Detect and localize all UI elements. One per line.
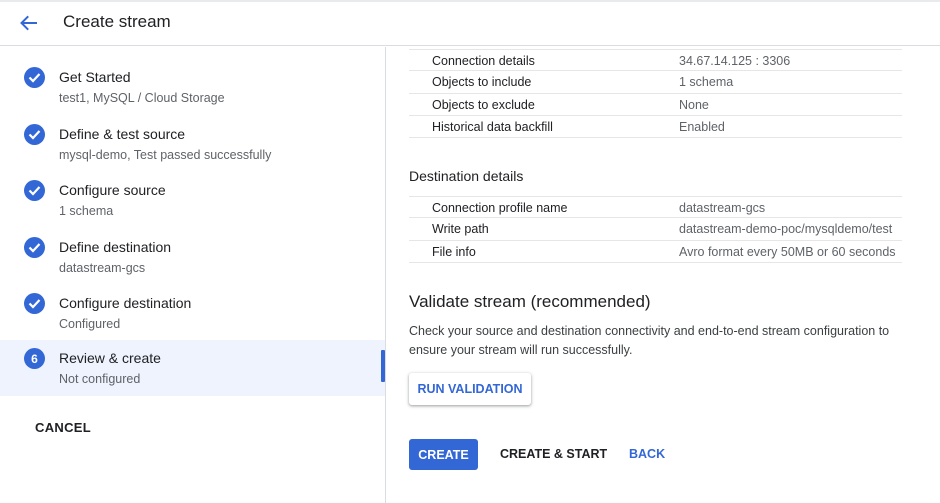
table-row: Historical data backfill Enabled bbox=[409, 116, 902, 139]
step-title: Get Started bbox=[59, 69, 131, 85]
validate-stream-title: Validate stream (recommended) bbox=[409, 292, 651, 311]
step-define-source[interactable]: Define & test source mysql-demo, Test pa… bbox=[0, 104, 385, 162]
step-title: Review & create bbox=[59, 350, 161, 366]
row-key: Objects to include bbox=[432, 75, 532, 90]
create-and-start-button[interactable]: CREATE & START bbox=[500, 447, 607, 461]
step-subtitle: Not configured bbox=[59, 372, 141, 386]
table-row: Connection details 34.67.14.125 : 3306 bbox=[409, 49, 902, 72]
validate-stream-description: Check your source and destination connec… bbox=[409, 324, 890, 357]
row-value: None bbox=[679, 97, 709, 112]
step-title: Define destination bbox=[59, 238, 172, 255]
run-validation-button[interactable]: RUN VALIDATION bbox=[409, 373, 531, 405]
table-row: Write path datastream-demo-poc/mysqldemo… bbox=[409, 218, 902, 241]
table-row: Connection profile name datastream-gcs bbox=[409, 196, 902, 219]
cancel-button[interactable]: CANCEL bbox=[35, 420, 91, 435]
page-title: Create stream bbox=[63, 12, 171, 31]
review-panel: Connection details 34.67.14.125 : 3306 O… bbox=[387, 47, 940, 503]
row-value: Avro format every 50MB or 60 seconds bbox=[679, 244, 896, 259]
check-circle-icon bbox=[24, 293, 45, 314]
step-configure-source[interactable]: Configure source 1 schema bbox=[0, 160, 385, 218]
table-row: Objects to include 1 schema bbox=[409, 71, 902, 94]
row-key: Write path bbox=[432, 222, 489, 237]
row-key: File info bbox=[432, 244, 476, 259]
row-key: Objects to exclude bbox=[432, 97, 535, 112]
table-row: Objects to exclude None bbox=[409, 94, 902, 116]
row-value: datastream-gcs bbox=[679, 201, 766, 215]
step-title: Configure source bbox=[59, 182, 166, 198]
source-details-table: Connection details 34.67.14.125 : 3306 O… bbox=[409, 49, 902, 139]
create-button[interactable]: CREATE bbox=[409, 439, 478, 470]
step-get-started[interactable]: Get Started test1, MySQL / Cloud Storage bbox=[0, 47, 385, 105]
row-key: Historical data backfill bbox=[432, 119, 553, 134]
step-configure-destination[interactable]: Configure destination Configured bbox=[0, 273, 385, 331]
check-circle-icon bbox=[24, 123, 45, 145]
check-circle-icon bbox=[24, 180, 45, 201]
step-number-badge: 6 bbox=[24, 348, 45, 369]
destination-details-title: Destination details bbox=[409, 168, 524, 184]
step-define-destination[interactable]: Define destination datastream-gcs bbox=[0, 217, 385, 275]
step-review-create[interactable]: 6 Review & create Not configured bbox=[0, 340, 385, 396]
back-arrow-icon[interactable] bbox=[14, 10, 42, 36]
back-button[interactable]: BACK bbox=[629, 447, 665, 461]
step-title: Configure destination bbox=[59, 295, 192, 311]
table-row: File info Avro format every 50MB or 60 s… bbox=[409, 241, 902, 263]
step-title: Define & test source bbox=[59, 125, 186, 142]
row-key: Connection details bbox=[432, 54, 535, 68]
top-bar: Create stream bbox=[0, 0, 940, 46]
check-circle-icon bbox=[24, 236, 45, 258]
row-key: Connection profile name bbox=[432, 201, 568, 215]
destination-details-table: Connection profile name datastream-gcs W… bbox=[409, 196, 902, 263]
steps-sidebar: Get Started test1, MySQL / Cloud Storage… bbox=[0, 47, 386, 503]
step-subtitle: Configured bbox=[59, 317, 121, 331]
row-value: datastream-demo-poc/mysqldemo/test bbox=[679, 222, 893, 237]
row-value: 1 schema bbox=[679, 75, 734, 90]
row-value: 34.67.14.125 : 3306 bbox=[679, 54, 791, 68]
row-value: Enabled bbox=[679, 119, 725, 134]
check-circle-icon bbox=[24, 67, 45, 88]
